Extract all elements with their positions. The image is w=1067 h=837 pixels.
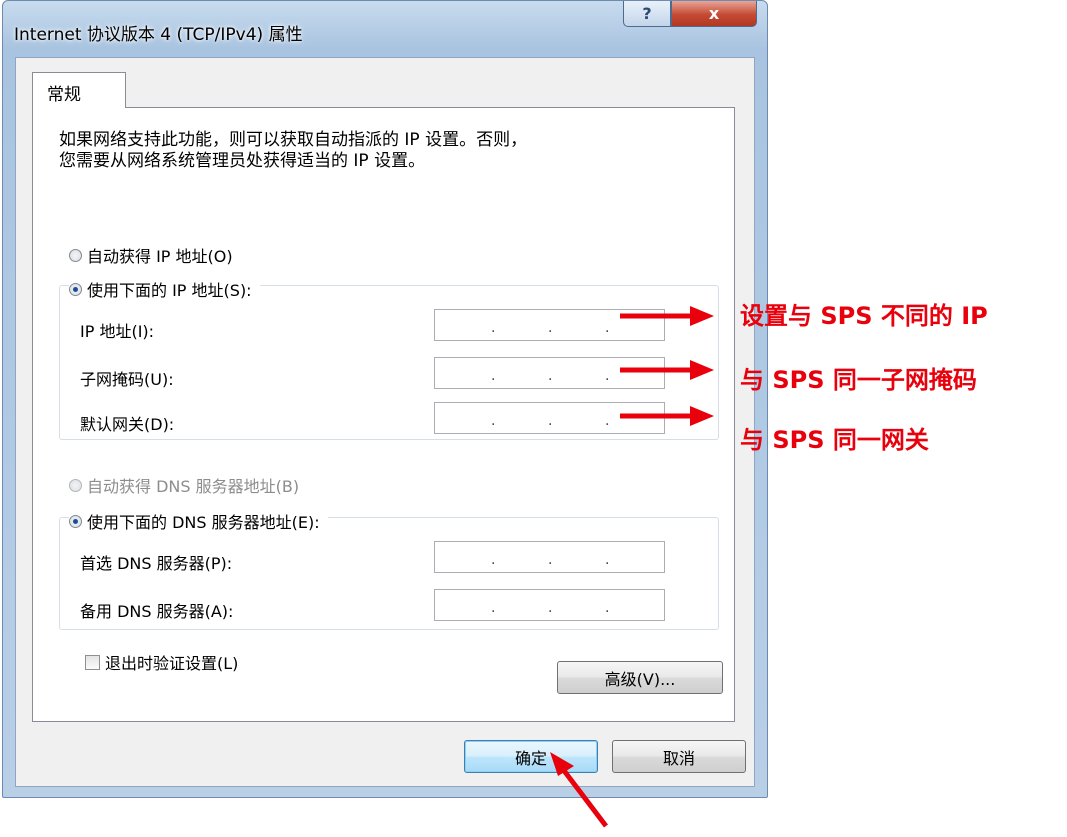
default-gateway-input[interactable]: ... <box>434 402 665 434</box>
validate-on-exit-label: 退出时验证设置(L) <box>105 654 239 673</box>
advanced-button[interactable]: 高级(V)... <box>557 661 723 694</box>
auto-ip-option[interactable]: 自动获得 IP 地址(O) <box>69 243 233 267</box>
ip-address-input[interactable]: ... <box>434 309 665 341</box>
subnet-mask-label: 子网掩码(U): <box>80 370 174 389</box>
alternate-dns-label: 备用 DNS 服务器(A): <box>80 602 234 621</box>
manual-dns-label: 使用下面的 DNS 服务器地址(E): <box>87 513 320 532</box>
validate-on-exit-checkbox[interactable] <box>85 654 100 670</box>
tcpip-properties-dialog: Internet 协议版本 4 (TCP/IPv4) 属性 ? x 常规 如果网… <box>2 0 768 798</box>
manual-dns-option[interactable]: 使用下面的 DNS 服务器地址(E): <box>69 509 328 533</box>
annotation-mask: 与 SPS 同一子网掩码 <box>740 366 977 394</box>
manual-ip-radio[interactable] <box>69 282 82 296</box>
window-title: Internet 协议版本 4 (TCP/IPv4) 属性 <box>14 25 303 45</box>
dns-server-group: 首选 DNS 服务器(P): ... 备用 DNS 服务器(A): ... <box>59 517 719 630</box>
cancel-button[interactable]: 取消 <box>612 740 746 773</box>
close-icon: x <box>708 4 720 23</box>
help-button[interactable]: ? <box>623 1 671 27</box>
dialog-body: 常规 如果网络支持此功能，则可以获取自动指派的 IP 设置。否则， 您需要从网络… <box>15 57 755 787</box>
auto-dns-option[interactable]: 自动获得 DNS 服务器地址(B) <box>69 473 299 497</box>
annotation-gateway: 与 SPS 同一网关 <box>740 426 929 454</box>
auto-ip-radio[interactable] <box>69 248 82 262</box>
default-gateway-label: 默认网关(D): <box>80 415 175 434</box>
ip-address-label: IP 地址(I): <box>80 322 155 341</box>
tab-general[interactable]: 常规 <box>32 72 126 108</box>
manual-ip-option[interactable]: 使用下面的 IP 地址(S): <box>69 277 260 301</box>
info-line-1: 如果网络支持此功能，则可以获取自动指派的 IP 设置。否则， <box>59 130 528 150</box>
info-line-2: 您需要从网络系统管理员处获得适当的 IP 设置。 <box>59 151 426 171</box>
preferred-dns-input[interactable]: ... <box>434 541 665 573</box>
validate-on-exit-option[interactable]: 退出时验证设置(L) <box>85 650 238 674</box>
manual-ip-label: 使用下面的 IP 地址(S): <box>87 281 252 300</box>
ok-button[interactable]: 确定 <box>464 740 598 773</box>
info-text: 如果网络支持此功能，则可以获取自动指派的 IP 设置。否则， 您需要从网络系统管… <box>59 130 527 172</box>
title-bar[interactable]: Internet 协议版本 4 (TCP/IPv4) 属性 ? x <box>3 1 767 53</box>
auto-dns-radio[interactable] <box>69 478 82 492</box>
auto-dns-label: 自动获得 DNS 服务器地址(B) <box>87 477 300 496</box>
auto-ip-label: 自动获得 IP 地址(O) <box>87 247 233 266</box>
ip-address-group: IP 地址(I): ... 子网掩码(U): ... 默认网关(D): ... <box>59 285 719 440</box>
general-tab-panel: 如果网络支持此功能，则可以获取自动指派的 IP 设置。否则， 您需要从网络系统管… <box>32 107 735 722</box>
annotation-ip: 设置与 SPS 不同的 IP <box>740 302 988 330</box>
manual-dns-radio[interactable] <box>69 514 82 528</box>
help-icon: ? <box>642 4 652 23</box>
alternate-dns-input[interactable]: ... <box>434 589 665 621</box>
close-button[interactable]: x <box>671 1 757 27</box>
subnet-mask-input[interactable]: ... <box>434 357 665 389</box>
preferred-dns-label: 首选 DNS 服务器(P): <box>80 554 233 573</box>
